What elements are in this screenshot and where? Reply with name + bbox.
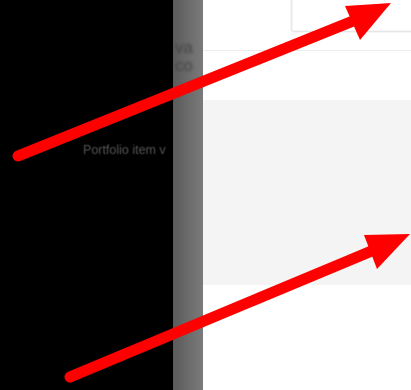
background-text: co xyxy=(175,56,193,75)
black-backdrop xyxy=(0,0,173,390)
modal-dialog xyxy=(203,0,411,390)
background-text: va xyxy=(175,38,193,57)
dimmed-background-page: va co xyxy=(173,0,203,390)
dialog-message: Portfolio item v xyxy=(83,143,166,157)
modal-header xyxy=(203,0,411,51)
modal-footer xyxy=(203,285,411,390)
input-field[interactable] xyxy=(291,0,411,32)
modal-body xyxy=(203,100,411,285)
